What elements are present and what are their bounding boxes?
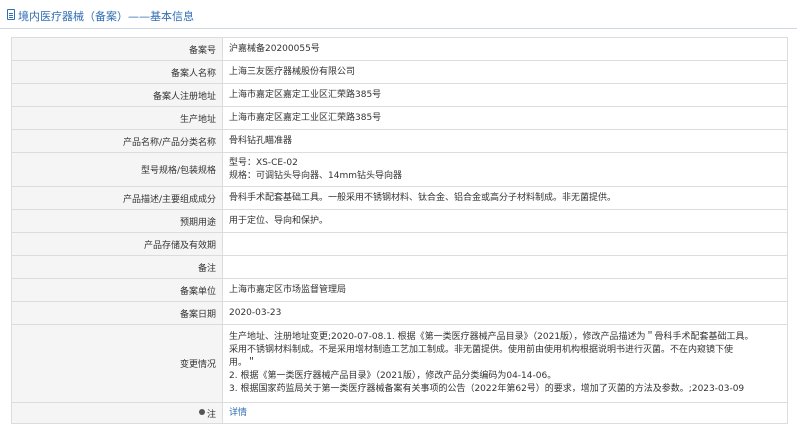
row-label: 备注 xyxy=(12,256,223,278)
table-row-remarks: 备注 xyxy=(12,256,788,279)
note-value: 详情 xyxy=(223,403,788,423)
row-label: 备案日期 xyxy=(12,302,223,324)
row-label: 预期用途 xyxy=(12,210,223,232)
table-row-changes: 变更情况 生产地址、注册地址变更;2020-07-08.1. 根据《第一类医疗器… xyxy=(12,325,788,403)
row-label: 备案单位 xyxy=(12,279,223,301)
description-value: 骨科手术配套基础工具。一般采用不锈钢材料、钛合金、铝合金或高分子材料制成。非无菌… xyxy=(223,187,788,209)
change-line: 采用不锈钢材料制成。不是采用增材制造工艺加工制成。非无菌提供。使用前由使用机构根… xyxy=(229,345,734,355)
product-name-value: 骨科钻孔瞄准器 xyxy=(223,130,788,152)
change-line: 用。＂ xyxy=(229,358,257,368)
changes-value: 生产地址、注册地址变更;2020-07-08.1. 根据《第一类医疗器械产品目录… xyxy=(223,325,788,402)
record-number-value: 沪嘉械备20200055号 xyxy=(223,38,788,60)
row-label: 产品描述/主要组成成分 xyxy=(12,187,223,209)
row-label: 产品存储及有效期 xyxy=(12,233,223,255)
row-label: 变更情况 xyxy=(12,325,223,402)
table-row-production-address: 生产地址 上海市嘉定区嘉定工业区汇荣路385号 xyxy=(12,107,788,130)
header-divider xyxy=(0,28,797,29)
change-line: 2. 根据《第一类医疗器械产品目录》（2021版），修改产品分类编码为04-14… xyxy=(229,371,557,381)
row-label: 备案号 xyxy=(12,38,223,60)
table-row-intended-use: 预期用途 用于定位、导向和保护。 xyxy=(12,210,788,233)
table-row-note: 注 详情 xyxy=(12,403,788,424)
table-row-product-name: 产品名称/产品分类名称 骨科钻孔瞄准器 xyxy=(12,130,788,153)
remarks-value xyxy=(223,256,788,278)
change-line: 3. 根据国家药监局关于第一类医疗器械备案有关事项的公告（2022年第62号）的… xyxy=(229,384,745,394)
row-label: 备案人名称 xyxy=(12,61,223,83)
row-label: 生产地址 xyxy=(12,107,223,129)
row-label: 型号规格/包装规格 xyxy=(12,153,223,186)
table-row-storage: 产品存储及有效期 xyxy=(12,233,788,256)
spec-line: 规格：可调钻头导向器、14mm钻头导向器 xyxy=(229,170,402,181)
note-label-cell: 注 xyxy=(12,403,223,423)
document-icon xyxy=(7,9,15,20)
registered-address-value: 上海市嘉定区嘉定工业区汇荣路385号 xyxy=(223,84,788,106)
row-label: 注 xyxy=(206,409,216,420)
row-label: 备案人注册地址 xyxy=(12,84,223,106)
production-address-value: 上海市嘉定区嘉定工业区汇荣路385号 xyxy=(223,107,788,129)
details-link[interactable]: 详情 xyxy=(229,407,779,420)
filing-date-value: 2020-03-23 xyxy=(223,302,788,324)
table-row-model-spec: 型号规格/包装规格 型号：XS-CE-02 规格：可调钻头导向器、14mm钻头导… xyxy=(12,153,788,187)
storage-value xyxy=(223,233,788,255)
change-line: 生产地址、注册地址变更;2020-07-08.1. 根据《第一类医疗器械产品目录… xyxy=(229,332,754,342)
table-row-registered-address: 备案人注册地址 上海市嘉定区嘉定工业区汇荣路385号 xyxy=(12,84,788,107)
intended-use-value: 用于定位、导向和保护。 xyxy=(223,210,788,232)
page-title: 境内医疗器械（备案）——基本信息 xyxy=(18,10,194,23)
note-icon xyxy=(198,409,205,415)
filing-unit-value: 上海市嘉定区市场监督管理局 xyxy=(223,279,788,301)
info-table: 备案号 沪嘉械备20200055号 备案人名称 上海三友医疗器械股份有限公司 备… xyxy=(11,37,788,424)
table-row-filer-name: 备案人名称 上海三友医疗器械股份有限公司 xyxy=(12,61,788,84)
table-row-record-number: 备案号 沪嘉械备20200055号 xyxy=(12,38,788,61)
table-row-filing-unit: 备案单位 上海市嘉定区市场监督管理局 xyxy=(12,279,788,302)
model-line: 型号：XS-CE-02 xyxy=(229,157,298,168)
model-spec-value: 型号：XS-CE-02 规格：可调钻头导向器、14mm钻头导向器 xyxy=(223,153,788,186)
page-header: 境内医疗器械（备案）——基本信息 xyxy=(0,0,797,30)
filer-name-value: 上海三友医疗器械股份有限公司 xyxy=(223,61,788,83)
table-row-filing-date: 备案日期 2020-03-23 xyxy=(12,302,788,325)
row-label: 产品名称/产品分类名称 xyxy=(12,130,223,152)
table-row-description: 产品描述/主要组成成分 骨科手术配套基础工具。一般采用不锈钢材料、钛合金、铝合金… xyxy=(12,187,788,210)
